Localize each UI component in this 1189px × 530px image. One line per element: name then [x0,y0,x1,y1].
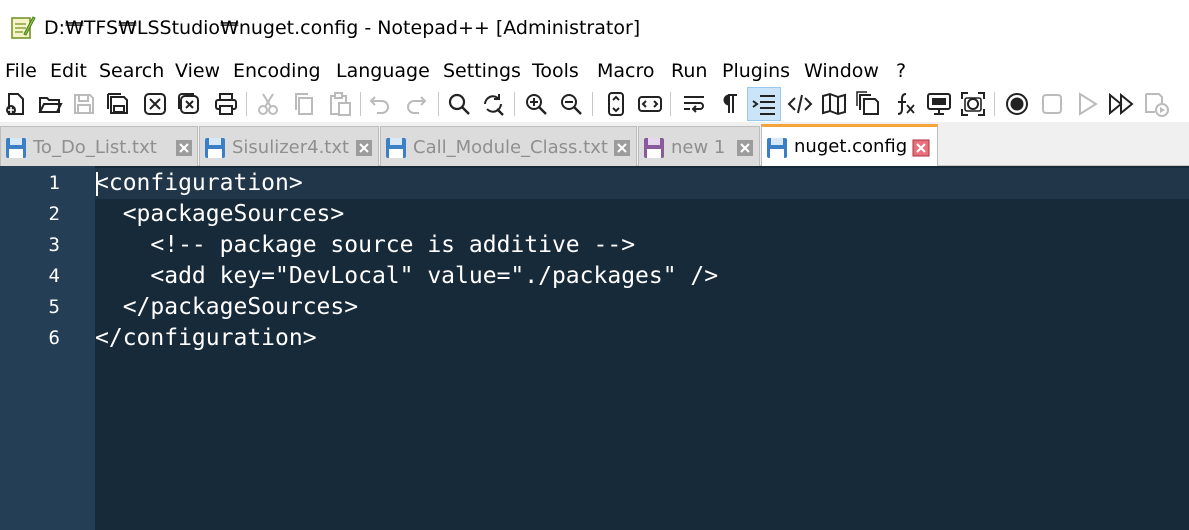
menu-run[interactable]: Run [671,58,707,84]
tab-label: new 1 [671,137,726,158]
code-line[interactable]: <add key="DevLocal" value="./packages" /… [95,261,718,292]
editor[interactable]: 1 2 3 4 5 6 <configuration> <packageSour… [0,166,1189,530]
macro-run-multiple-icon[interactable] [1105,88,1137,120]
line-number: 4 [48,265,60,287]
menu-search[interactable]: Search [99,58,164,84]
line-number-gutter[interactable]: 1 2 3 4 5 6 [0,166,95,530]
tab-label: Sisulizer4.txt [232,137,350,158]
macro-play-icon[interactable] [1071,88,1103,120]
zoom-out-icon[interactable] [555,88,587,120]
tab-bar: To_Do_List.txt Sisulizer4.txt Call_Modul… [0,122,1189,166]
tab-sisulizer4[interactable]: Sisulizer4.txt [199,126,379,166]
menu-tools[interactable]: Tools [532,58,579,84]
tab-nuget-config[interactable]: nuget.config [761,124,938,166]
close-icon[interactable] [736,139,754,157]
saved-file-icon [6,138,26,158]
monitor-icon[interactable] [923,88,955,120]
saved-file-icon [386,138,406,158]
cut-icon[interactable] [252,88,284,120]
code-area[interactable]: <configuration> <packageSources> <!-- pa… [95,166,1189,530]
tab-call-module-class[interactable]: Call_Module_Class.txt [380,126,637,166]
close-all-icon[interactable] [173,88,205,120]
code-line[interactable]: <configuration> [95,168,303,199]
notepadpp-icon [11,16,36,39]
sync-vertical-icon[interactable] [600,88,632,120]
tab-label: To_Do_List.txt [33,137,157,158]
menu-file[interactable]: File [5,58,37,84]
macro-save-icon[interactable] [1140,88,1172,120]
indent-guide-icon[interactable] [747,87,781,121]
line-number: 5 [48,296,60,318]
close-icon[interactable] [355,139,373,157]
window-title: D:₩TFS₩LSStudio₩nuget.config - Notepad++… [44,17,641,39]
line-number: 6 [48,327,60,349]
line-number: 2 [48,203,60,225]
tab-new-1[interactable]: new 1 [638,126,760,166]
show-all-chars-icon[interactable] [714,88,746,120]
line-number: 1 [48,172,60,194]
tab-to-do-list[interactable]: To_Do_List.txt [0,126,198,166]
saved-file-icon [767,138,787,158]
save-icon[interactable] [68,88,100,120]
replace-icon[interactable] [477,88,509,120]
close-icon[interactable] [175,139,193,157]
print-icon[interactable] [210,88,242,120]
line-number: 3 [48,234,60,256]
redo-icon[interactable] [400,88,432,120]
title-bar: D:₩TFS₩LSStudio₩nuget.config - Notepad++… [0,0,1189,56]
menu-view[interactable]: View [175,58,220,84]
clone-doc-icon[interactable] [852,88,884,120]
word-wrap-icon[interactable] [678,88,710,120]
menu-window[interactable]: Window [804,58,879,84]
menu-encoding[interactable]: Encoding [233,58,321,84]
saved-file-icon [205,138,225,158]
unsaved-file-icon [644,138,664,158]
menu-plugins[interactable]: Plugins [722,58,790,84]
function-list-icon[interactable] [889,88,921,120]
tab-label: nuget.config [794,136,908,157]
menu-macro[interactable]: Macro [597,58,655,84]
macro-record-icon[interactable] [1001,88,1033,120]
sync-horizontal-icon[interactable] [634,88,666,120]
menu-bar: File Edit Search View Encoding Language … [0,56,1189,86]
menu-edit[interactable]: Edit [50,58,87,84]
close-icon[interactable] [912,139,930,157]
menu-settings[interactable]: Settings [443,58,521,84]
zoom-in-icon[interactable] [520,88,552,120]
document-map-icon[interactable] [818,88,850,120]
new-file-icon[interactable] [0,88,32,120]
code-line[interactable]: </packageSources> [95,292,358,323]
code-line[interactable]: <!-- package source is additive --> [95,230,635,261]
paste-icon[interactable] [324,88,356,120]
screenshot-icon[interactable] [957,88,989,120]
tab-label: Call_Module_Class.txt [413,137,608,158]
save-all-icon[interactable] [102,88,134,120]
open-folder-icon[interactable] [34,88,66,120]
code-line[interactable]: <packageSources> [95,199,345,230]
xml-tag-icon[interactable] [784,88,816,120]
undo-icon[interactable] [364,88,396,120]
close-icon[interactable] [139,88,171,120]
menu-help[interactable]: ? [896,58,906,84]
toolbar [0,86,1189,122]
find-icon[interactable] [443,88,475,120]
menu-language[interactable]: Language [336,58,430,84]
macro-stop-icon[interactable] [1036,88,1068,120]
copy-icon[interactable] [288,88,320,120]
code-line[interactable]: </configuration> [95,323,317,354]
close-icon[interactable] [613,139,631,157]
